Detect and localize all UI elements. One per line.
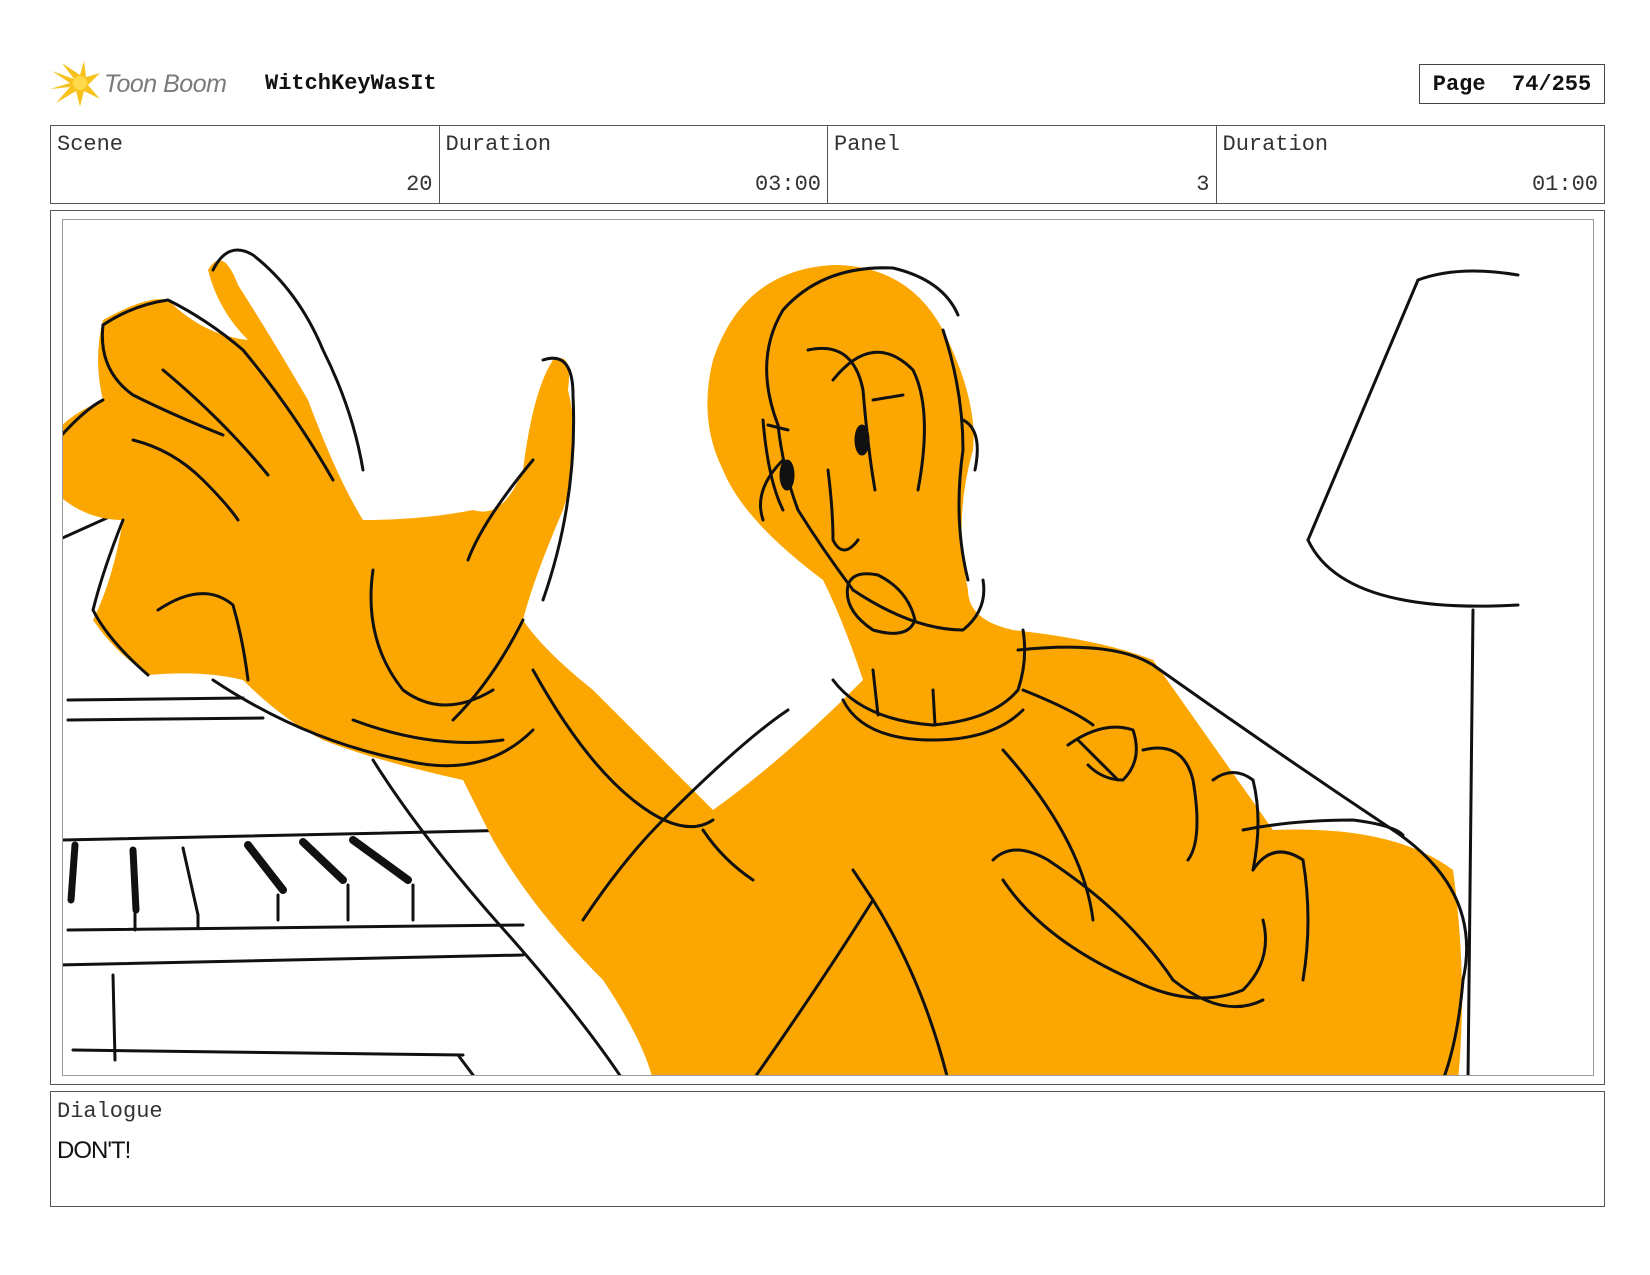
scene-value: 20 xyxy=(406,172,433,197)
character-figure xyxy=(63,260,1462,1075)
toon-boom-logo: Toon Boom xyxy=(50,59,250,109)
panel-value: 3 xyxy=(1196,172,1210,197)
panel-cell: Panel 3 xyxy=(828,126,1217,203)
panel-duration-value: 01:00 xyxy=(1531,172,1598,197)
panel-duration-label: Duration xyxy=(1222,132,1329,157)
scene-info-row: Scene 20 Duration 03:00 Panel 3 Duration… xyxy=(50,125,1605,204)
logo-wordmark: Toon Boom xyxy=(104,69,227,98)
page-number: 74/255 xyxy=(1512,71,1592,97)
panel-label: Panel xyxy=(834,132,901,157)
dialogue-box: Dialogue DON'T! xyxy=(50,1091,1605,1207)
panel-frame xyxy=(50,210,1605,1085)
scene-duration-value: 03:00 xyxy=(754,172,821,197)
scene-cell: Scene 20 xyxy=(51,126,440,203)
dialogue-text: DON'T! xyxy=(57,1137,131,1164)
page-label: Page xyxy=(1432,71,1486,97)
scene-duration-cell: Duration 03:00 xyxy=(440,126,828,203)
project-title: WitchKeyWasIt xyxy=(265,71,437,96)
storyboard-header: Toon Boom WitchKeyWasIt Page 74/255 xyxy=(50,55,1605,113)
dialogue-label: Dialogue xyxy=(57,1099,163,1124)
starburst-icon xyxy=(50,61,100,107)
panel-duration-cell: Duration 01:00 xyxy=(1217,126,1605,203)
panel-drawing-area xyxy=(62,219,1594,1076)
page-indicator: Page 74/255 xyxy=(1419,64,1605,104)
scene-duration-label: Duration xyxy=(445,132,552,157)
scene-label: Scene xyxy=(57,132,124,157)
storyboard-sketch xyxy=(63,248,1520,1075)
